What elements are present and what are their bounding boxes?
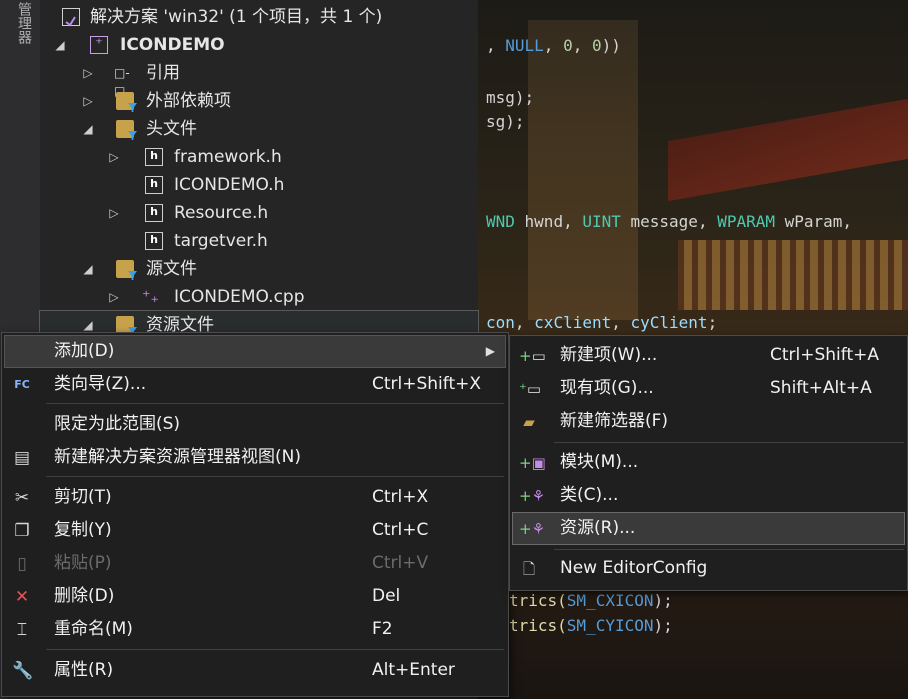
menu-item-delete[interactable]: ✕ 删除(D) Del bbox=[5, 581, 505, 612]
menu-separator bbox=[554, 442, 904, 443]
menu-item-class-wizard[interactable]: FC 类向导(Z)... Ctrl+Shift+X bbox=[5, 369, 505, 400]
delete-x-icon: ✕ bbox=[14, 587, 30, 607]
submenu-item-new-item[interactable]: +▭ 新建项(W)... Ctrl+Shift+A bbox=[513, 340, 904, 371]
code-line: , NULL, 0, 0)) bbox=[486, 36, 621, 55]
menu-item-copy[interactable]: ❐ 复制(Y) Ctrl+C bbox=[5, 515, 505, 546]
submenu-arrow-icon: ▶ bbox=[485, 344, 495, 358]
menu-item-cut[interactable]: ✂ 剪切(T) Ctrl+X bbox=[5, 482, 505, 513]
tree-item-resource-h[interactable]: ▷ h Resource.h bbox=[40, 199, 478, 227]
expanded-arrow-icon[interactable]: ◢ bbox=[54, 31, 66, 59]
submenu-item-resource[interactable]: +⚘ 资源(R)... bbox=[512, 512, 905, 545]
tree-item-references[interactable]: ▷ □-□ 引用 bbox=[40, 59, 478, 98]
scissors-icon: ✂ bbox=[14, 488, 30, 508]
code-line: trics(SM_CXICON); bbox=[509, 591, 673, 610]
module-icon: +▣ bbox=[519, 454, 546, 472]
menu-item-properties[interactable]: 🔧 属性(R) Alt+Enter bbox=[5, 655, 505, 686]
tree-item-icondemo-cpp[interactable]: ▷ ⁺₊ ICONDEMO.cpp bbox=[40, 283, 478, 311]
code-line: sg); bbox=[486, 112, 525, 131]
copy-icon: ❐ bbox=[14, 521, 30, 541]
submenu-item-class[interactable]: +⚘ 类(C)... bbox=[513, 480, 904, 511]
file-icon: 🗋 bbox=[522, 560, 536, 578]
new-item-icon: +▭ bbox=[519, 347, 546, 365]
wallpaper-tower bbox=[528, 20, 638, 320]
code-line: trics(SM_CYICON); bbox=[509, 616, 673, 635]
menu-item-add[interactable]: 添加(D) ▶ bbox=[4, 335, 506, 368]
menu-item-paste[interactable]: ▯ 粘贴(P) Ctrl+V bbox=[5, 548, 505, 579]
menu-separator bbox=[46, 476, 504, 477]
filter-folder-icon bbox=[116, 120, 134, 138]
tree-project-node[interactable]: ◢ ⁺ ICONDEMO bbox=[40, 31, 478, 59]
submenu-item-new-editorconfig[interactable]: 🗋 New EditorConfig bbox=[513, 553, 904, 584]
project-icon: ⁺ bbox=[90, 36, 108, 54]
tree-item-framework-h[interactable]: ▷ h framework.h bbox=[40, 143, 478, 171]
existing-item-icon: ⁺▭ bbox=[519, 380, 542, 398]
side-tab-label[interactable]: 管理器 bbox=[10, 2, 32, 44]
add-submenu[interactable]: +▭ 新建项(W)... Ctrl+Shift+A ⁺▭ 现有项(G)... S… bbox=[509, 335, 908, 591]
menu-separator bbox=[46, 649, 504, 650]
collapsed-arrow-icon[interactable]: ▷ bbox=[82, 59, 94, 87]
context-menu[interactable]: 添加(D) ▶ FC 类向导(Z)... Ctrl+Shift+X 限定为此范围… bbox=[1, 332, 509, 697]
menu-separator bbox=[46, 403, 504, 404]
external-deps-icon bbox=[116, 92, 134, 110]
collapsed-arrow-icon[interactable]: ▷ bbox=[108, 283, 120, 311]
header-file-icon: h bbox=[145, 204, 163, 222]
header-file-icon: h bbox=[145, 148, 163, 166]
wrench-icon: 🔧 bbox=[12, 661, 34, 681]
collapsed-arrow-icon[interactable]: ▷ bbox=[108, 143, 120, 171]
menu-item-rename[interactable]: ⌶ 重命名(M) F2 bbox=[5, 614, 505, 645]
tree-item-external-deps[interactable]: ▷ 外部依赖项 bbox=[40, 87, 478, 115]
expanded-arrow-icon[interactable]: ◢ bbox=[82, 255, 94, 283]
code-line: con, cxClient, cyClient; bbox=[486, 313, 718, 332]
references-icon: □-□ bbox=[114, 66, 130, 98]
submenu-item-new-filter[interactable]: ▰ 新建筛选器(F) bbox=[513, 406, 904, 437]
new-view-icon: ▤ bbox=[13, 448, 31, 468]
clipboard-icon: ▯ bbox=[17, 554, 27, 574]
expanded-arrow-icon[interactable]: ◢ bbox=[82, 115, 94, 143]
tree-item-targetver-h[interactable]: h targetver.h bbox=[40, 227, 478, 255]
collapsed-arrow-icon[interactable]: ▷ bbox=[108, 199, 120, 227]
menu-separator bbox=[554, 549, 904, 550]
header-file-icon: h bbox=[145, 232, 163, 250]
filter-folder-icon bbox=[116, 260, 134, 278]
submenu-item-module[interactable]: +▣ 模块(M)... bbox=[513, 447, 904, 478]
tree-item-header-files[interactable]: ◢ 头文件 bbox=[40, 115, 478, 143]
solution-icon bbox=[62, 8, 80, 27]
class-wizard-icon: FC bbox=[14, 378, 30, 391]
code-line: WND hwnd, UINT message, WPARAM wParam, bbox=[486, 212, 853, 231]
wallpaper-railing bbox=[678, 240, 908, 310]
rename-icon: ⌶ bbox=[16, 620, 28, 640]
submenu-item-existing-item[interactable]: ⁺▭ 现有项(G)... Shift+Alt+A bbox=[513, 373, 904, 404]
code-line: msg); bbox=[486, 88, 535, 107]
tree-item-source-files[interactable]: ◢ 源文件 bbox=[40, 255, 478, 283]
class-icon: +⚘ bbox=[519, 487, 546, 505]
new-filter-folder-icon: ▰ bbox=[523, 413, 535, 431]
collapsed-arrow-icon[interactable]: ▷ bbox=[82, 87, 94, 115]
wallpaper-roof bbox=[668, 98, 908, 202]
header-file-icon: h bbox=[145, 176, 163, 194]
menu-item-new-explorer-view[interactable]: ▤ 新建解决方案资源管理器视图(N) bbox=[5, 442, 505, 473]
resource-icon: +⚘ bbox=[519, 520, 546, 538]
tree-item-icondemo-h[interactable]: h ICONDEMO.h bbox=[40, 171, 478, 199]
tree-solution-node[interactable]: 解决方案 'win32' (1 个项目，共 1 个) bbox=[40, 3, 478, 31]
cpp-file-icon: ⁺₊ bbox=[142, 287, 159, 306]
menu-item-scope-to-this[interactable]: 限定为此范围(S) bbox=[5, 409, 505, 440]
